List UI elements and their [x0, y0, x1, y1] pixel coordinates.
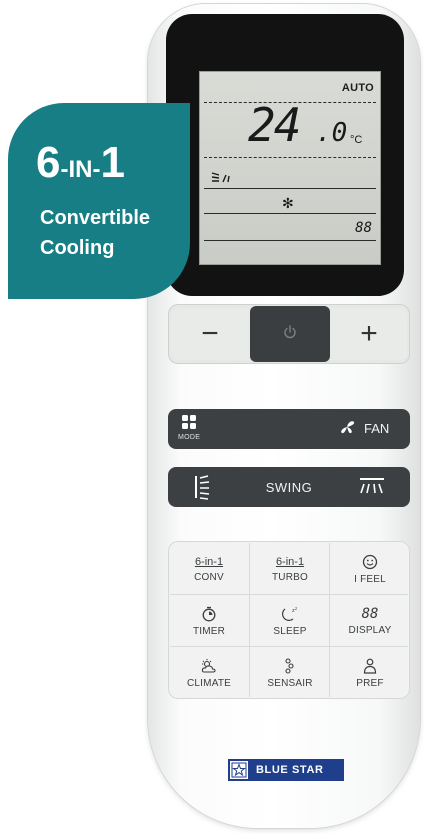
sensair-label: SENSAIR	[267, 678, 313, 689]
fan-button[interactable]: FAN	[289, 409, 410, 449]
sleep-label: SLEEP	[273, 626, 307, 637]
lcd-display: AUTO 24 .0 °C ✻ 88	[199, 71, 381, 265]
fan-icon	[338, 419, 356, 440]
user-icon	[363, 657, 377, 675]
mode-grid-icon	[182, 415, 196, 429]
mode-label: MODE	[178, 434, 201, 441]
feature-badge: 6-IN-1 Convertible Cooling	[8, 103, 190, 299]
display-button[interactable]: 88 DISPLAY	[330, 595, 410, 647]
fan-label: FAN	[364, 421, 390, 436]
pref-button[interactable]: PREF	[330, 647, 410, 699]
ifeel-button[interactable]: I FEEL	[330, 543, 410, 595]
lcd-divider	[204, 188, 376, 189]
lcd-divider	[204, 213, 376, 214]
lcd-temperature: 24	[248, 98, 301, 152]
pref-label: PREF	[356, 678, 384, 689]
sun-cloud-icon	[200, 657, 218, 675]
climate-button[interactable]: CLIMATE	[169, 647, 249, 699]
conv-button[interactable]: 6-in-1 CONV	[169, 543, 249, 595]
mode-fan-bar: MODE FAN	[168, 409, 410, 449]
lcd-divider	[204, 240, 376, 241]
badge-title: 6-IN-1	[36, 138, 125, 187]
display-88-glyph: 88	[361, 606, 379, 622]
mode-button[interactable]: MODE	[168, 409, 288, 449]
lcd-divider	[204, 157, 376, 158]
lcd-mode: AUTO	[341, 82, 374, 94]
conv-label: CONV	[194, 571, 224, 583]
horizontal-swing-icon	[358, 476, 386, 501]
lcd-temperature-decimal: .0	[316, 118, 348, 148]
conv-6in1-label: 6-in-1	[194, 555, 224, 568]
moon-icon: z z	[281, 605, 299, 623]
swing-button[interactable]: SWING	[168, 467, 410, 507]
smiley-icon	[362, 553, 378, 571]
swing-indicator-icon	[210, 170, 232, 189]
ifeel-label: I FEEL	[354, 574, 386, 585]
timer-button[interactable]: TIMER	[169, 595, 249, 647]
badge-line-cooling: Cooling	[40, 237, 115, 259]
power-button[interactable]	[250, 306, 330, 362]
lcd-unit: °C	[350, 134, 363, 146]
climate-label: CLIMATE	[187, 678, 231, 689]
display-label: DISPLAY	[348, 625, 392, 636]
sleep-button[interactable]: z z SLEEP	[250, 595, 330, 647]
timer-label: TIMER	[192, 626, 226, 637]
turbo-label: TURBO	[272, 571, 308, 583]
badge-line-convertible: Convertible	[40, 207, 151, 229]
brand-logo: BLUE STAR	[228, 759, 344, 781]
sensor-icon	[283, 657, 297, 675]
temp-up-button[interactable]: +	[331, 308, 407, 360]
temp-down-button[interactable]: −	[171, 308, 249, 360]
svg-text:z: z	[295, 606, 297, 611]
power-icon	[282, 324, 298, 345]
sensair-button[interactable]: SENSAIR	[250, 647, 330, 699]
timer-icon	[201, 605, 217, 623]
snowflake-icon: ✻	[282, 195, 294, 211]
lcd-fan-segment: 88	[355, 220, 372, 236]
turbo-button[interactable]: 6-in-1 TURBO	[250, 543, 330, 595]
brand-name: BLUE STAR	[256, 764, 324, 776]
turbo-6in1-label: 6-in-1	[275, 555, 305, 568]
star-logo-icon	[230, 761, 248, 779]
